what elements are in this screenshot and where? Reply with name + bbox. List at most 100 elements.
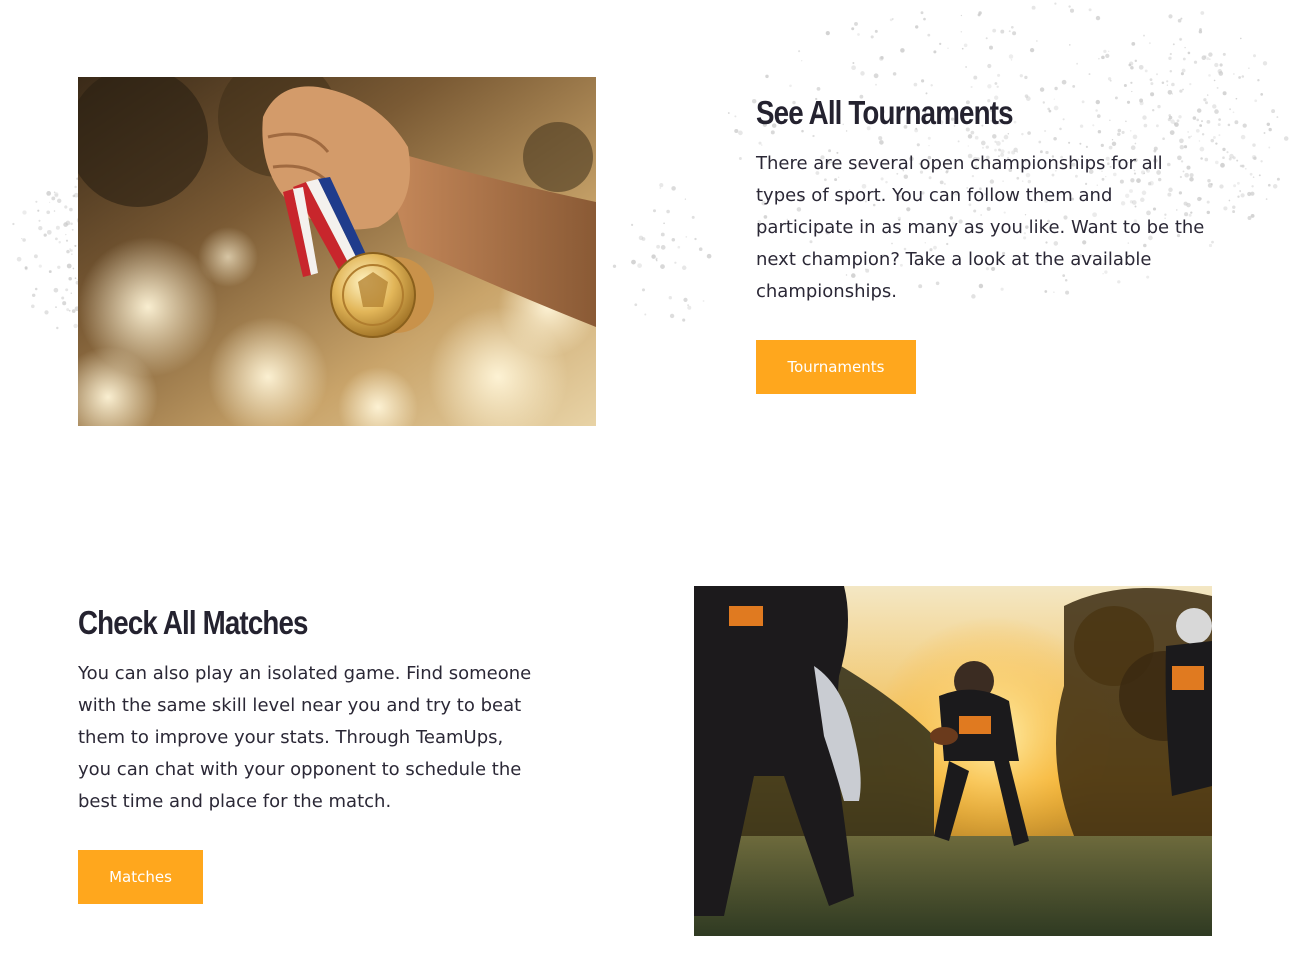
- splatter-dot: [1200, 11, 1205, 15]
- splatter-dot: [1213, 79, 1216, 82]
- splatter-dot: [758, 141, 762, 145]
- splatter-dot: [727, 112, 730, 114]
- splatter-dot: [1228, 157, 1232, 161]
- splatter-dot: [691, 215, 695, 219]
- splatter-dot: [22, 210, 27, 215]
- splatter-dot: [992, 28, 997, 33]
- splatter-dot: [70, 222, 73, 226]
- football-players-photo: [694, 586, 1212, 936]
- splatter-dot: [1226, 151, 1229, 154]
- splatter-dot: [1181, 68, 1186, 73]
- tournaments-button[interactable]: Tournaments: [756, 340, 916, 394]
- splatter-dot: [1229, 153, 1234, 159]
- splatter-dot: [734, 115, 737, 118]
- splatter-dot: [1187, 131, 1189, 133]
- splatter-dot: [1130, 66, 1134, 70]
- splatter-dot: [1170, 119, 1175, 124]
- splatter-dot: [660, 264, 665, 269]
- splatter-dot: [694, 237, 697, 241]
- splatter-dot: [1262, 61, 1268, 66]
- splatter-dot: [1240, 37, 1242, 40]
- splatter-dot: [1241, 75, 1245, 78]
- splatter-dot: [37, 209, 40, 212]
- splatter-dot: [987, 84, 992, 89]
- splatter-dot: [760, 144, 763, 146]
- splatter-dot: [1117, 132, 1121, 136]
- splatter-dot: [1241, 164, 1245, 168]
- splatter-dot: [1209, 58, 1211, 60]
- splatter-dot: [1031, 5, 1036, 10]
- matches-heading: Check All Matches: [78, 604, 308, 641]
- splatter-dot: [1038, 140, 1042, 144]
- matches-button[interactable]: Matches: [78, 850, 203, 904]
- splatter-dot: [1265, 198, 1268, 200]
- splatter-dot: [1079, 124, 1084, 128]
- splatter-dot: [683, 297, 688, 302]
- splatter-dot: [53, 191, 56, 193]
- splatter-dot: [1150, 82, 1154, 86]
- splatter-dot: [1267, 183, 1271, 187]
- splatter-dot: [1167, 89, 1173, 95]
- splatter-dot: [1109, 119, 1111, 121]
- splatter-dot: [874, 29, 878, 33]
- splatter-dot: [1061, 79, 1067, 85]
- splatter-dot: [1097, 130, 1102, 134]
- splatter-dot: [61, 296, 65, 300]
- splatter-dot: [1054, 86, 1058, 91]
- splatter-dot: [684, 198, 687, 200]
- splatter-dot: [974, 135, 979, 140]
- splatter-dot: [738, 157, 742, 160]
- splatter-dot: [1237, 195, 1240, 198]
- splatter-dot: [1096, 114, 1101, 118]
- splatter-dot: [930, 84, 933, 87]
- splatter-dot: [967, 145, 969, 147]
- splatter-dot: [668, 296, 672, 300]
- splatter-dot: [1008, 54, 1014, 59]
- splatter-dot: [1053, 136, 1057, 141]
- splatter-dot: [1212, 136, 1216, 139]
- splatter-dot: [1184, 46, 1186, 49]
- splatter-dot: [706, 253, 712, 259]
- splatter-dot: [1100, 143, 1104, 147]
- splatter-dot: [1254, 99, 1258, 103]
- splatter-dot: [1272, 184, 1278, 189]
- splatter-dot: [1179, 89, 1183, 93]
- splatter-dot: [698, 247, 703, 251]
- splatter-dot: [1208, 74, 1211, 77]
- splatter-dot: [1053, 98, 1055, 100]
- splatter-dot: [1109, 79, 1112, 82]
- splatter-dot: [66, 249, 70, 254]
- splatter-dot: [1182, 88, 1184, 91]
- matches-description: You can also play an isolated game. Find…: [78, 663, 532, 812]
- splatter-dot: [62, 301, 67, 306]
- splatter-dot: [1210, 138, 1215, 143]
- medals-photo-illustration: [78, 77, 596, 426]
- splatter-dot: [1001, 139, 1005, 143]
- splatter-dot: [1234, 120, 1239, 125]
- splatter-dot: [1199, 124, 1203, 127]
- splatter-dot: [963, 43, 968, 48]
- splatter-dot: [927, 33, 931, 37]
- splatter-dot: [70, 292, 73, 295]
- splatter-dot: [916, 143, 920, 147]
- splatter-dot: [55, 225, 60, 230]
- splatter-dot: [685, 236, 688, 238]
- splatter-dot: [1206, 57, 1210, 61]
- splatter-dot: [1176, 119, 1180, 123]
- splatter-dot: [1171, 82, 1175, 87]
- splatter-dot: [1027, 131, 1031, 135]
- splatter-dot: [734, 128, 739, 134]
- splatter-dot: [53, 287, 59, 293]
- splatter-dot: [1044, 129, 1047, 133]
- splatter-dot: [655, 257, 658, 260]
- splatter-dot: [653, 209, 656, 213]
- splatter-dot: [957, 140, 960, 143]
- tournaments-heading: See All Tournaments: [756, 94, 1014, 131]
- splatter-dot: [879, 140, 884, 145]
- splatter-dot: [644, 313, 647, 316]
- splatter-dot: [1059, 127, 1062, 131]
- splatter-dot: [1220, 162, 1225, 168]
- splatter-dot: [1169, 52, 1172, 56]
- splatter-dot: [35, 200, 38, 203]
- splatter-dot: [48, 270, 52, 274]
